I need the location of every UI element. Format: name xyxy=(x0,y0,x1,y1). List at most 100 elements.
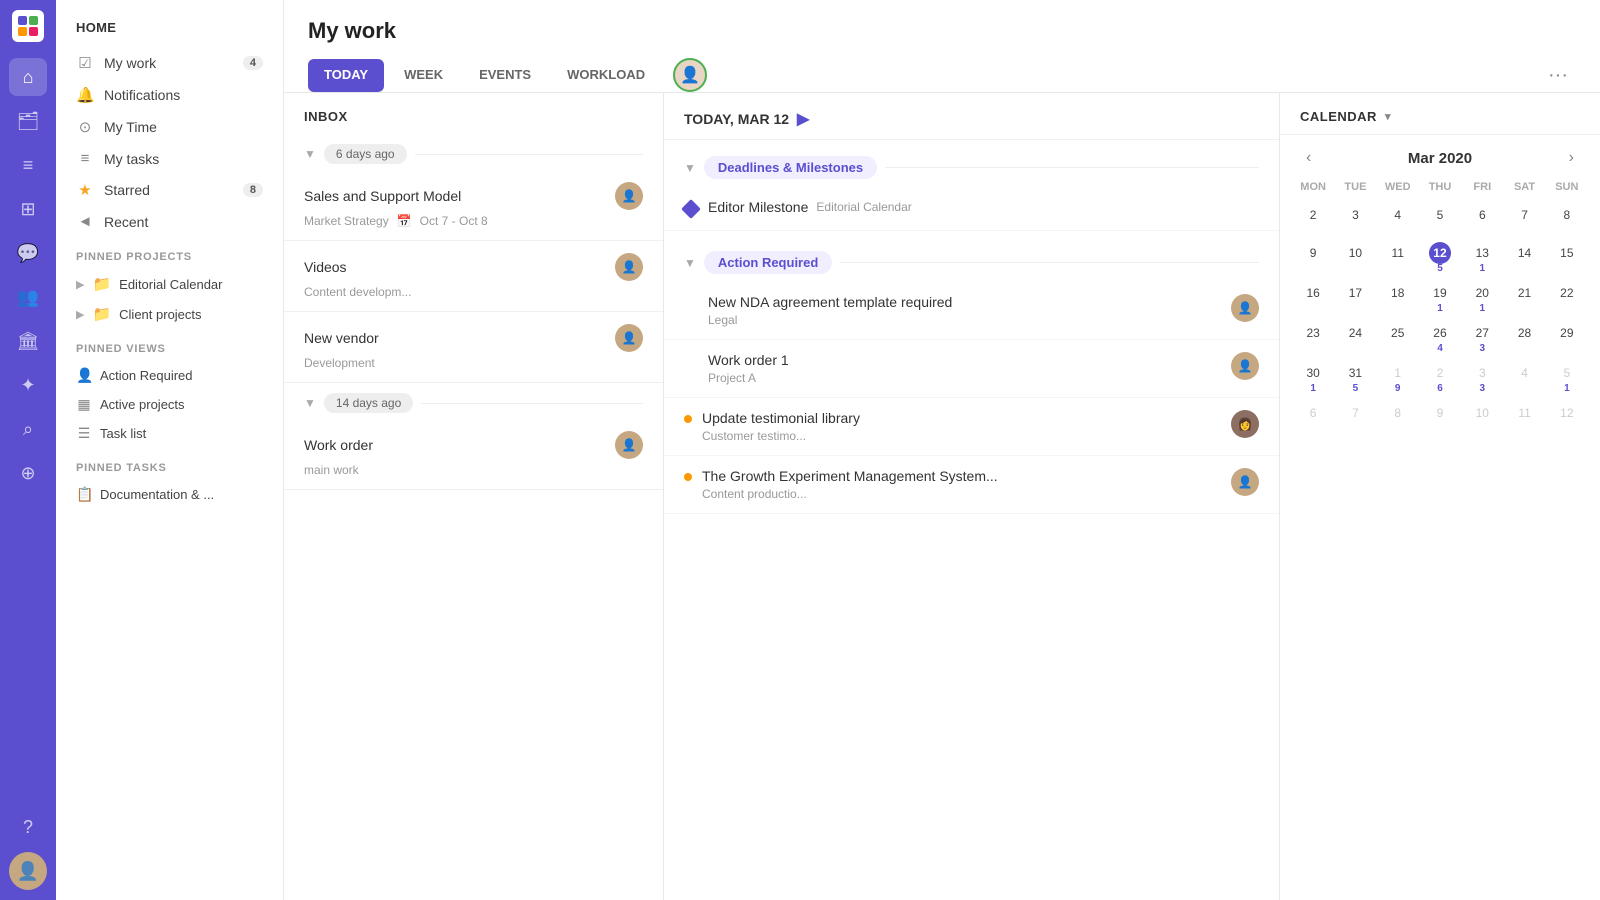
calendar-days-header: MON TUE WED THU FRI SAT SUN xyxy=(1292,177,1588,197)
view-item-task-list[interactable]: ☰ Task list xyxy=(56,419,283,448)
chat-icon[interactable]: 💬 xyxy=(9,234,47,272)
orange-dot-testimonial xyxy=(684,415,692,423)
cal-cell-0-4[interactable]: 6 xyxy=(1461,201,1503,237)
today-item-workorder1[interactable]: Work order 1 Project A 👤 xyxy=(664,340,1279,398)
cal-cell-1-6[interactable]: 15 xyxy=(1546,239,1588,277)
inbox-item-workorder[interactable]: Work order 👤 main work xyxy=(284,419,663,490)
cal-cell-1-0[interactable]: 9 xyxy=(1292,239,1334,277)
cal-cell-2-0[interactable]: 16 xyxy=(1292,279,1334,317)
add-circle-icon[interactable]: ⊕ xyxy=(9,454,47,492)
cal-date-2-0: 16 xyxy=(1302,282,1324,304)
cal-date-2-4: 20 xyxy=(1471,282,1493,304)
collapse-action-button[interactable]: ▼ xyxy=(684,256,696,270)
cal-cell-5-2[interactable]: 8 xyxy=(1377,399,1419,435)
cal-cell-2-6[interactable]: 22 xyxy=(1546,279,1588,317)
inbox-item-vendor[interactable]: New vendor 👤 Development xyxy=(284,312,663,383)
today-item-milestone[interactable]: Editor Milestone Editorial Calendar xyxy=(664,187,1279,231)
more-options-button[interactable]: ··· xyxy=(1540,60,1576,91)
action-required-section-button[interactable]: Action Required xyxy=(704,251,832,274)
cal-cell-4-5[interactable]: 4 xyxy=(1503,359,1545,397)
today-item-title-milestone: Editor Milestone Editorial Calendar xyxy=(708,199,1259,215)
pinned-project-editorial[interactable]: ▶ 📁 Editorial Calendar xyxy=(56,269,283,299)
nav-item-recent[interactable]: ◄ Recent xyxy=(56,206,283,237)
user-avatar-icon[interactable]: 👤 xyxy=(9,852,47,890)
cal-date-3-2: 25 xyxy=(1387,322,1409,344)
cal-cell-5-1[interactable]: 7 xyxy=(1334,399,1376,435)
pinned-project-client[interactable]: ▶ 📁 Client projects xyxy=(56,299,283,329)
tab-today[interactable]: TODAY xyxy=(308,59,384,92)
briefcase-icon[interactable]: 🗂 xyxy=(9,102,47,140)
list-icon[interactable]: ≡ xyxy=(9,146,47,184)
cal-cell-1-1[interactable]: 10 xyxy=(1334,239,1376,277)
cal-cell-0-6[interactable]: 8 xyxy=(1546,201,1588,237)
collapse-14days-button[interactable]: ▼ xyxy=(304,396,316,410)
today-item-growth[interactable]: The Growth Experiment Management System.… xyxy=(664,456,1279,514)
cal-cell-0-5[interactable]: 7 xyxy=(1503,201,1545,237)
cal-cell-4-2[interactable]: 19 xyxy=(1377,359,1419,397)
today-item-nda[interactable]: New NDA agreement template required Lega… xyxy=(664,282,1279,340)
cal-cell-1-3[interactable]: 125 xyxy=(1419,239,1461,277)
pinned-task-documentation[interactable]: 📋 Documentation & ... xyxy=(56,480,283,509)
tab-events[interactable]: EVENTS xyxy=(463,59,547,92)
cal-cell-2-4[interactable]: 201 xyxy=(1461,279,1503,317)
people-icon[interactable]: 👥 xyxy=(9,278,47,316)
collapse-deadlines-button[interactable]: ▼ xyxy=(684,161,696,175)
cal-cell-0-2[interactable]: 4 xyxy=(1377,201,1419,237)
cal-cell-2-3[interactable]: 191 xyxy=(1419,279,1461,317)
nav-item-my-tasks[interactable]: ≡ My tasks xyxy=(56,143,283,174)
cal-date-0-1: 3 xyxy=(1344,204,1366,226)
cal-cell-4-4[interactable]: 33 xyxy=(1461,359,1503,397)
calendar-dropdown-icon[interactable]: ▾ xyxy=(1385,110,1391,123)
cal-cell-3-0[interactable]: 23 xyxy=(1292,319,1334,357)
cal-cell-4-6[interactable]: 51 xyxy=(1546,359,1588,397)
cal-cell-2-5[interactable]: 21 xyxy=(1503,279,1545,317)
deadlines-section-button[interactable]: Deadlines & Milestones xyxy=(704,156,877,179)
view-item-action-required[interactable]: 👤 Action Required xyxy=(56,361,283,390)
cal-next-button[interactable]: › xyxy=(1563,147,1580,169)
cal-cell-3-2[interactable]: 25 xyxy=(1377,319,1419,357)
wand-icon[interactable]: ✦ xyxy=(9,366,47,404)
building-icon[interactable]: 🏛 xyxy=(9,322,47,360)
cal-prev-button[interactable]: ‹ xyxy=(1300,147,1317,169)
nav-item-notifications[interactable]: 🔔 Notifications xyxy=(56,79,283,111)
tab-workload[interactable]: WORKLOAD xyxy=(551,59,661,92)
cal-cell-5-6[interactable]: 12 xyxy=(1546,399,1588,435)
cal-cell-3-4[interactable]: 273 xyxy=(1461,319,1503,357)
cal-cell-1-4[interactable]: 131 xyxy=(1461,239,1503,277)
app-logo[interactable] xyxy=(12,10,44,42)
tab-week[interactable]: WEEK xyxy=(388,59,459,92)
cal-cell-5-3[interactable]: 9 xyxy=(1419,399,1461,435)
cal-cell-5-0[interactable]: 6 xyxy=(1292,399,1334,435)
cal-cell-2-1[interactable]: 17 xyxy=(1334,279,1376,317)
grid-icon[interactable]: ⊞ xyxy=(9,190,47,228)
cal-week-5: 6789101112 xyxy=(1292,399,1588,435)
cal-cell-3-3[interactable]: 264 xyxy=(1419,319,1461,357)
inbox-item-videos[interactable]: Videos 👤 Content developm... xyxy=(284,241,663,312)
inbox-item-sales[interactable]: Sales and Support Model 👤 Market Strateg… xyxy=(284,170,663,241)
nav-item-my-time[interactable]: ⊙ My Time xyxy=(56,111,283,143)
cal-cell-4-3[interactable]: 26 xyxy=(1419,359,1461,397)
today-arrow-button[interactable]: ▶ xyxy=(797,109,809,129)
cal-cell-0-1[interactable]: 3 xyxy=(1334,201,1376,237)
collapse-6days-button[interactable]: ▼ xyxy=(304,147,316,161)
cal-cell-0-3[interactable]: 5 xyxy=(1419,201,1461,237)
cal-cell-5-5[interactable]: 11 xyxy=(1503,399,1545,435)
cal-cell-1-2[interactable]: 11 xyxy=(1377,239,1419,277)
nav-item-starred[interactable]: ★ Starred 8 xyxy=(56,174,283,206)
cal-cell-3-1[interactable]: 24 xyxy=(1334,319,1376,357)
cal-cell-3-6[interactable]: 29 xyxy=(1546,319,1588,357)
view-item-active-projects[interactable]: ▦ Active projects xyxy=(56,390,283,419)
search-icon[interactable]: ⌕ xyxy=(9,410,47,448)
today-item-testimonial[interactable]: Update testimonial library Customer test… xyxy=(664,398,1279,456)
nav-item-my-work[interactable]: ☑ My work 4 xyxy=(56,47,283,79)
cal-cell-2-2[interactable]: 18 xyxy=(1377,279,1419,317)
cal-cell-0-0[interactable]: 2 xyxy=(1292,201,1334,237)
cal-cell-1-5[interactable]: 14 xyxy=(1503,239,1545,277)
cal-cell-5-4[interactable]: 10 xyxy=(1461,399,1503,435)
cal-cell-4-1[interactable]: 315 xyxy=(1334,359,1376,397)
help-icon[interactable]: ? xyxy=(9,808,47,846)
cal-cell-4-0[interactable]: 301 xyxy=(1292,359,1334,397)
home-icon[interactable]: ⌂ xyxy=(9,58,47,96)
user-avatar-tab[interactable]: 👤 xyxy=(673,58,707,92)
cal-cell-3-5[interactable]: 28 xyxy=(1503,319,1545,357)
